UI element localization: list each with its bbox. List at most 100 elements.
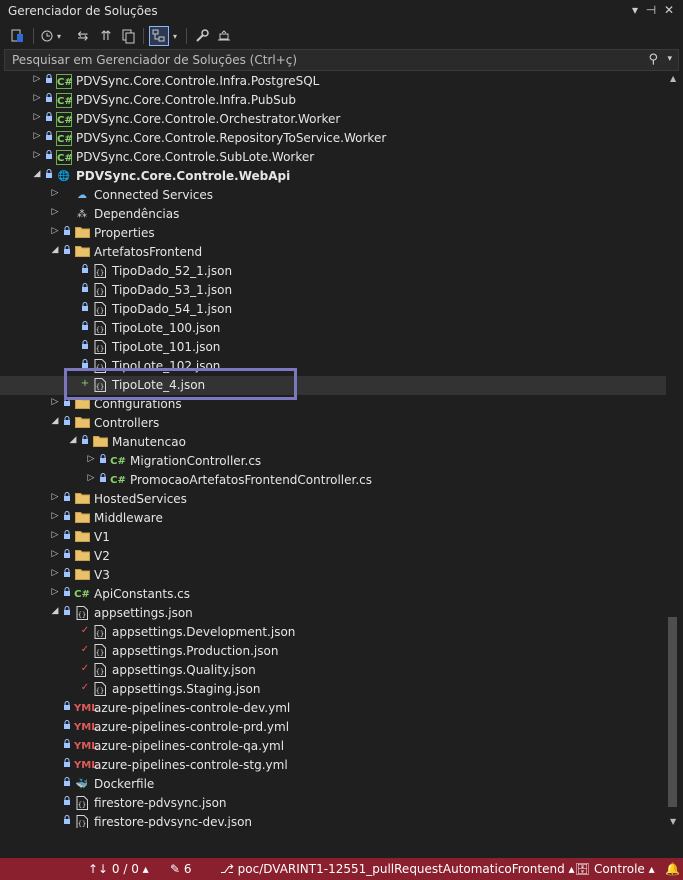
search-input[interactable]: Pesquisar em Gerenciador de Soluções (Ct… [4, 49, 679, 71]
tree-item-controllers[interactable]: ◢ Controllers [0, 414, 666, 433]
tree-item-label[interactable]: azure-pipelines-controle-dev.yml [94, 701, 290, 715]
preview-selected-items-icon[interactable] [214, 26, 234, 46]
tree-item-label[interactable]: TipoLote_100.json [112, 321, 220, 335]
tree-item-pdvsync-core-controle-sublote-worker[interactable]: ▷ C# PDVSync.Core.Controle.SubLote.Worker [0, 148, 666, 167]
tree-item-label[interactable]: Properties [94, 226, 155, 240]
collapsed-chevron-icon[interactable]: ▷ [86, 473, 96, 483]
show-all-files-icon[interactable] [149, 26, 169, 46]
scroll-thumb[interactable] [668, 617, 677, 807]
tree-item-label[interactable]: V2 [94, 549, 110, 563]
pending-edits[interactable]: ✎ 6 [170, 862, 192, 876]
tree-item-label[interactable]: TipoDado_54_1.json [112, 302, 232, 316]
tree-item-appsettings-development-json[interactable]: ✓ {} appsettings.Development.json [0, 623, 666, 642]
collapsed-chevron-icon[interactable]: ▷ [50, 549, 60, 559]
tree-item-properties[interactable]: ▷ Properties [0, 224, 666, 243]
expanded-chevron-icon[interactable]: ◢ [50, 245, 60, 255]
tree-item-firestore-pdvsync-json[interactable]: {} firestore-pdvsync.json [0, 794, 666, 813]
tree-item-manutencao[interactable]: ◢ Manutencao [0, 433, 666, 452]
tree-item-label[interactable]: PDVSync.Core.Controle.RepositoryToServic… [76, 131, 386, 145]
properties-wrench-icon[interactable] [192, 26, 212, 46]
tree-item-label[interactable]: ApiConstants.cs [94, 587, 190, 601]
tree-item-label[interactable]: Controllers [94, 416, 159, 430]
tree-item-apiconstants-cs[interactable]: ▷ C# ApiConstants.cs [0, 585, 666, 604]
collapsed-chevron-icon[interactable]: ▷ [86, 454, 96, 464]
tree-item-label[interactable]: azure-pipelines-controle-prd.yml [94, 720, 289, 734]
tree-item-tipodado-53-1-json[interactable]: {} TipoDado_53_1.json [0, 281, 666, 300]
tree-item-appsettings-staging-json[interactable]: ✓ {} appsettings.Staging.json [0, 680, 666, 699]
expanded-chevron-icon[interactable]: ◢ [68, 435, 78, 445]
search-options-dropdown-icon[interactable]: ▾ [667, 54, 672, 64]
expanded-chevron-icon[interactable]: ◢ [50, 416, 60, 426]
collapsed-chevron-icon[interactable]: ▷ [50, 188, 60, 198]
collapsed-chevron-icon[interactable]: ▷ [50, 226, 60, 236]
tree-item-dockerfile[interactable]: 🐳 Dockerfile [0, 775, 666, 794]
tree-item-appsettings-production-json[interactable]: ✓ {} appsettings.Production.json [0, 642, 666, 661]
tree-item-azure-pipelines-controle-dev-yml[interactable]: YML azure-pipelines-controle-dev.yml [0, 699, 666, 718]
collapsed-chevron-icon[interactable]: ▷ [32, 74, 42, 84]
scroll-down-icon[interactable]: ▼ [670, 817, 676, 826]
collapsed-chevron-icon[interactable]: ▷ [50, 568, 60, 578]
collapsed-chevron-icon[interactable]: ▷ [32, 93, 42, 103]
chevron-down-icon[interactable]: ▾ [170, 26, 180, 46]
tree-item-pdvsync-core-controle-webapi[interactable]: ◢ 🌐 PDVSync.Core.Controle.WebApi [0, 167, 666, 186]
tree-item-label[interactable]: appsettings.Development.json [112, 625, 295, 639]
close-icon[interactable]: ✕ [662, 3, 676, 17]
tree-item-label[interactable]: appsettings.Staging.json [112, 682, 260, 696]
tree-item-appsettings-json[interactable]: ◢ {} appsettings.json [0, 604, 666, 623]
tree-item-label[interactable]: appsettings.json [94, 606, 193, 620]
tree-item-label[interactable]: appsettings.Quality.json [112, 663, 256, 677]
pending-commits[interactable]: ↑↓ 0 / 0 ▴ [88, 862, 149, 876]
tree-item-label[interactable]: TipoLote_101.json [112, 340, 220, 354]
tree-item-azure-pipelines-controle-qa-yml[interactable]: YML azure-pipelines-controle-qa.yml [0, 737, 666, 756]
git-branch[interactable]: ⎇ poc/DVARINT1-12551_pullRequestAutomati… [220, 862, 575, 876]
collapsed-chevron-icon[interactable]: ▷ [32, 150, 42, 160]
tree-item-tipolote-100-json[interactable]: {} TipoLote_100.json [0, 319, 666, 338]
tree-item-middleware[interactable]: ▷ Middleware [0, 509, 666, 528]
tree-item-label[interactable]: Connected Services [94, 188, 213, 202]
tree-item-pdvsync-core-controle-infra-pubsub[interactable]: ▷ C# PDVSync.Core.Controle.Infra.PubSub [0, 91, 666, 110]
tree-item-azure-pipelines-controle-prd-yml[interactable]: YML azure-pipelines-controle-prd.yml [0, 718, 666, 737]
collapsed-chevron-icon[interactable]: ▷ [50, 530, 60, 540]
tree-item-label[interactable]: TipoDado_52_1.json [112, 264, 232, 278]
tree-item-v2[interactable]: ▷ V2 [0, 547, 666, 566]
repository-name[interactable]: 🗄 Controle ▴ [575, 862, 655, 876]
expanded-chevron-icon[interactable]: ◢ [32, 169, 42, 179]
collapsed-chevron-icon[interactable]: ▷ [50, 492, 60, 502]
notifications-bell-icon[interactable]: 🔔 [665, 862, 680, 876]
tree-item-connected-services[interactable]: ▷ ☁ Connected Services [0, 186, 666, 205]
collapsed-chevron-icon[interactable]: ▷ [50, 587, 60, 597]
tree-item-label[interactable]: PromocaoArtefatosFrontendController.cs [130, 473, 372, 487]
collapsed-chevron-icon[interactable]: ▷ [32, 131, 42, 141]
tree-item-label[interactable]: azure-pipelines-controle-qa.yml [94, 739, 284, 753]
collapse-all-icon[interactable]: ⇈ [96, 26, 116, 46]
vertical-scrollbar[interactable]: ▲ ▼ [666, 72, 683, 828]
scroll-up-icon[interactable]: ▲ [670, 74, 676, 83]
tree-item-label[interactable]: appsettings.Production.json [112, 644, 278, 658]
tree-item-v3[interactable]: ▷ V3 [0, 566, 666, 585]
tree-item-label[interactable]: Middleware [94, 511, 163, 525]
tree-item-label[interactable]: firestore-pdvsync-dev.json [94, 815, 252, 828]
tree-item-label[interactable]: Dockerfile [94, 777, 154, 791]
tree-item-label[interactable]: Manutencao [112, 435, 186, 449]
tree-item-label[interactable]: PDVSync.Core.Controle.Infra.PubSub [76, 93, 296, 107]
tree-item-label[interactable]: firestore-pdvsync.json [94, 796, 227, 810]
tree-item-label[interactable]: azure-pipelines-controle-stg.yml [94, 758, 288, 772]
tree-item-label[interactable]: PDVSync.Core.Controle.SubLote.Worker [76, 150, 314, 164]
tree-item-depend-ncias[interactable]: ▷ ⁂ Dependências [0, 205, 666, 224]
collapsed-chevron-icon[interactable]: ▷ [32, 112, 42, 122]
tree-item-label[interactable]: TipoDado_53_1.json [112, 283, 232, 297]
tree-item-artefatosfrontend[interactable]: ◢ ArtefatosFrontend [0, 243, 666, 262]
tree-item-tipodado-54-1-json[interactable]: {} TipoDado_54_1.json [0, 300, 666, 319]
auto-hide-pin-icon[interactable]: ⊣ [644, 3, 658, 17]
window-position-dropdown-icon[interactable]: ▾ [628, 3, 642, 17]
collapsed-chevron-icon[interactable]: ▷ [50, 511, 60, 521]
copy-icon[interactable] [118, 26, 138, 46]
tree-item-v1[interactable]: ▷ V1 [0, 528, 666, 547]
tree-item-label[interactable]: PDVSync.Core.Controle.WebApi [76, 169, 290, 183]
collapsed-chevron-icon[interactable]: ▷ [50, 207, 60, 217]
sync-with-document-icon[interactable]: ⇆ [73, 26, 93, 46]
tree-item-tipodado-52-1-json[interactable]: {} TipoDado_52_1.json [0, 262, 666, 281]
tree-item-firestore-pdvsync-dev-json[interactable]: {} firestore-pdvsync-dev.json [0, 813, 666, 828]
switch-views-icon[interactable] [8, 26, 28, 46]
tree-item-pdvsync-core-controle-orchestrator-worker[interactable]: ▷ C# PDVSync.Core.Controle.Orchestrator.Wo… [0, 110, 666, 129]
